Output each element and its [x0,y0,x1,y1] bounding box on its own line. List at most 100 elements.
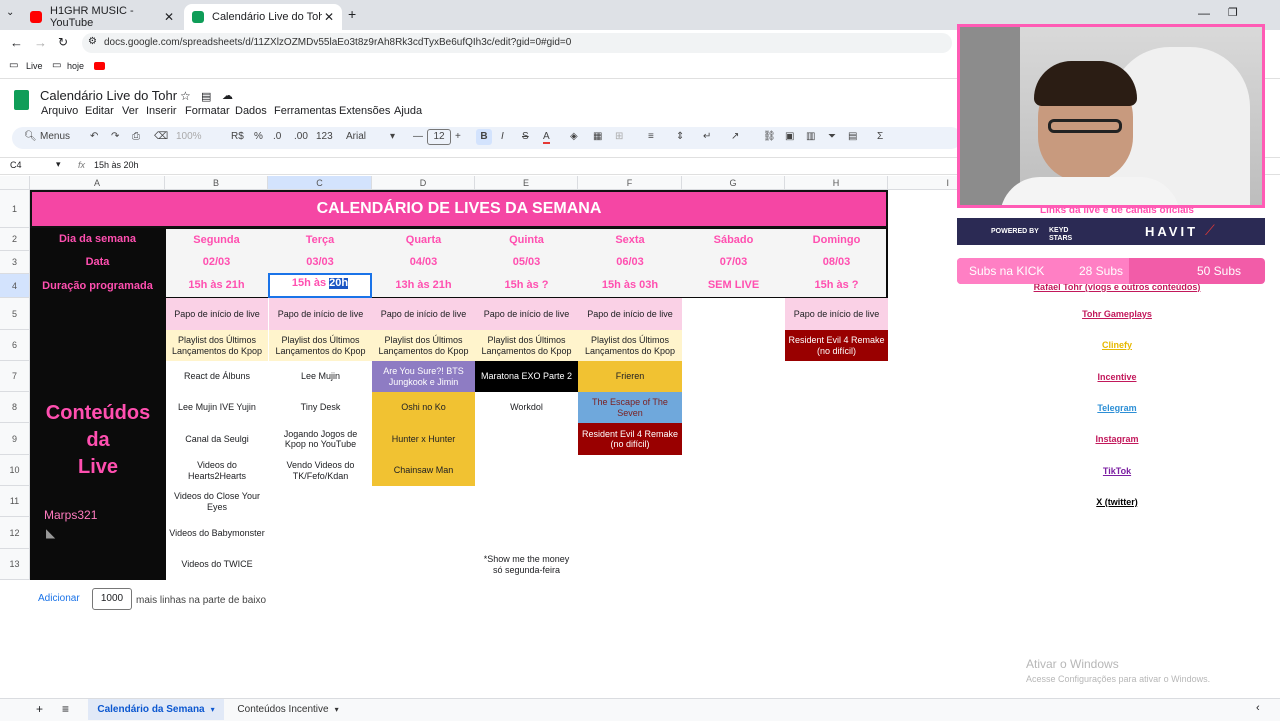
italic-icon[interactable]: I [501,131,504,142]
row-header-3[interactable]: 3 [0,251,30,274]
day-domingo[interactable]: Domingo [786,229,887,251]
sheet-tab-dropdown-icon[interactable]: ▾ [211,705,215,714]
menu-editar[interactable]: Editar [85,105,114,117]
align-horizontal-icon[interactable]: ≡ [648,131,654,142]
increase-decimal[interactable]: .00 [294,131,308,142]
strikethrough-icon[interactable]: S [522,131,529,142]
insert-comment-icon[interactable]: ▣ [785,131,794,142]
star-icon[interactable]: ☆ [180,89,191,103]
row-header-11[interactable]: 11 [0,486,30,517]
zoom-select[interactable]: 100% [176,131,202,142]
close-tab-icon[interactable]: ✕ [324,10,334,24]
increase-font-icon[interactable]: + [455,131,461,142]
date-terca[interactable]: 03/03 [269,251,371,274]
calendar-title-cell[interactable]: CALENDÁRIO DE LIVES DA SEMANA [30,190,888,228]
borders-icon[interactable]: ▦ [593,131,602,142]
duration-terca-selected[interactable]: 15h às 20h [268,273,372,298]
b6[interactable]: Playlist dos Últimos Lançamentos do Kpop [166,330,268,361]
e7[interactable]: Maratona EXO Parte 2 [475,361,578,392]
tab-search-icon[interactable]: ⌄ [6,7,14,18]
date-domingo[interactable]: 08/03 [786,251,887,274]
decrease-decimal[interactable]: .0 [273,131,281,142]
text-wrap-icon[interactable]: ↵ [703,131,711,142]
link-telegram[interactable]: Telegram [1010,401,1224,415]
b8[interactable]: Lee Mujin IVE Yujin [166,392,268,423]
filter-views-icon[interactable]: ▤ [848,131,857,142]
d5[interactable]: Papo de início de live [372,298,475,330]
font-dropdown-icon[interactable]: ▾ [390,131,395,142]
c8[interactable]: Tiny Desk [269,392,372,423]
bookmark-hoje[interactable]: hoje [67,61,84,71]
minimize-icon[interactable]: — [1198,6,1210,20]
c6[interactable]: Playlist dos Últimos Lançamentos do Kpop [269,330,372,361]
day-quinta[interactable]: Quinta [476,229,577,251]
font-select[interactable]: Arial [346,131,366,142]
row-header-13[interactable]: 13 [0,549,30,580]
doc-title[interactable]: Calendário Live do Tohr [40,88,177,103]
back-icon[interactable]: ← [10,35,23,50]
date-segunda[interactable]: 02/03 [166,251,267,274]
redo-icon[interactable]: ↷ [111,131,119,142]
label-data[interactable]: Data [30,251,165,274]
duration-quinta[interactable]: 15h às ? [476,274,577,297]
h6[interactable]: Resident Evil 4 Remake (no difícil) [785,330,888,361]
align-vertical-icon[interactable]: ⇕ [676,131,684,142]
decrease-font-icon[interactable]: — [413,131,423,142]
link-clinefy[interactable]: Clinefy [1010,338,1224,352]
label-dia-da-semana[interactable]: Dia da semana [30,228,165,251]
fill-color-icon[interactable]: ◈ [570,131,578,142]
new-tab-icon[interactable]: + [348,6,356,22]
row-header-9[interactable]: 9 [0,423,30,455]
sheet-tab-calendario[interactable]: Calendário da Semana ▾ [88,699,224,720]
reload-icon[interactable]: ↻ [58,35,68,49]
row-header-10[interactable]: 10 [0,455,30,486]
column-header-e[interactable]: E [475,176,578,190]
row-header-2[interactable]: 2 [0,228,30,251]
browser-tab-sheets[interactable]: Calendário Live do Tohr - Goog ✕ [184,4,342,30]
d7[interactable]: Are You Sure?! BTS Jungkook e Jimin [372,361,475,392]
undo-icon[interactable]: ↶ [90,131,98,142]
menu-extensoes[interactable]: Extensões [339,105,390,117]
bookmark-live[interactable]: Live [26,61,43,71]
menu-arquivo[interactable]: Arquivo [41,105,78,117]
f6[interactable]: Playlist dos Últimos Lançamentos do Kpop [578,330,682,361]
column-header-g[interactable]: G [682,176,785,190]
f9[interactable]: Resident Evil 4 Remake (no difícil) [578,423,682,455]
b5[interactable]: Papo de início de live [166,298,268,330]
font-size-input[interactable]: 12 [427,129,451,145]
d8[interactable]: Oshi no Ko [372,392,475,423]
c10[interactable]: Vendo Videos do TK/Fefo/Kdan [269,455,372,486]
browser-tab-youtube[interactable]: H1GHR MUSIC - YouTube ✕ [22,4,182,30]
day-sabado[interactable]: Sábado [683,229,784,251]
e6[interactable]: Playlist dos Últimos Lançamentos do Kpop [475,330,578,361]
youtube-bookmark-icon[interactable] [94,62,105,70]
h5[interactable]: Papo de início de live [785,298,888,330]
print-icon[interactable]: ⎙ [132,131,140,142]
row-header-8[interactable]: 8 [0,392,30,423]
column-header-a[interactable]: A [30,176,165,190]
row-header-5[interactable]: 5 [0,298,30,330]
functions-icon[interactable]: Σ [877,131,883,142]
duration-domingo[interactable]: 15h às ? [786,274,887,297]
link-instagram[interactable]: Instagram [1010,432,1224,446]
scroll-tabs-left-icon[interactable]: ‹ [1256,702,1260,714]
forward-icon[interactable]: → [34,35,47,50]
f5[interactable]: Papo de início de live [578,298,682,330]
sheet-tab-conteudos-incentive[interactable]: Conteúdos Incentive ▾ [226,699,350,720]
duration-sexta[interactable]: 15h às 03h [579,274,681,297]
e5[interactable]: Papo de início de live [475,298,578,330]
link-tohr-gameplays[interactable]: Tohr Gameplays [1010,307,1224,321]
day-terca[interactable]: Terça [269,229,371,251]
row-header-12[interactable]: 12 [0,517,30,549]
menu-ajuda[interactable]: Ajuda [394,105,422,117]
contents-title[interactable]: Conteúdos da Live [30,400,166,481]
merge-cells-icon[interactable]: ⊞ [615,131,623,142]
filter-icon[interactable]: ⏷ [828,131,836,142]
date-quinta[interactable]: 05/03 [476,251,577,274]
duration-segunda[interactable]: 15h às 21h [166,274,267,297]
date-sexta[interactable]: 06/03 [579,251,681,274]
row-header-1[interactable]: 1 [0,190,30,228]
add-sheet-icon[interactable]: + [36,702,43,716]
site-info-icon[interactable]: ⚙ [88,36,97,47]
day-sexta[interactable]: Sexta [579,229,681,251]
